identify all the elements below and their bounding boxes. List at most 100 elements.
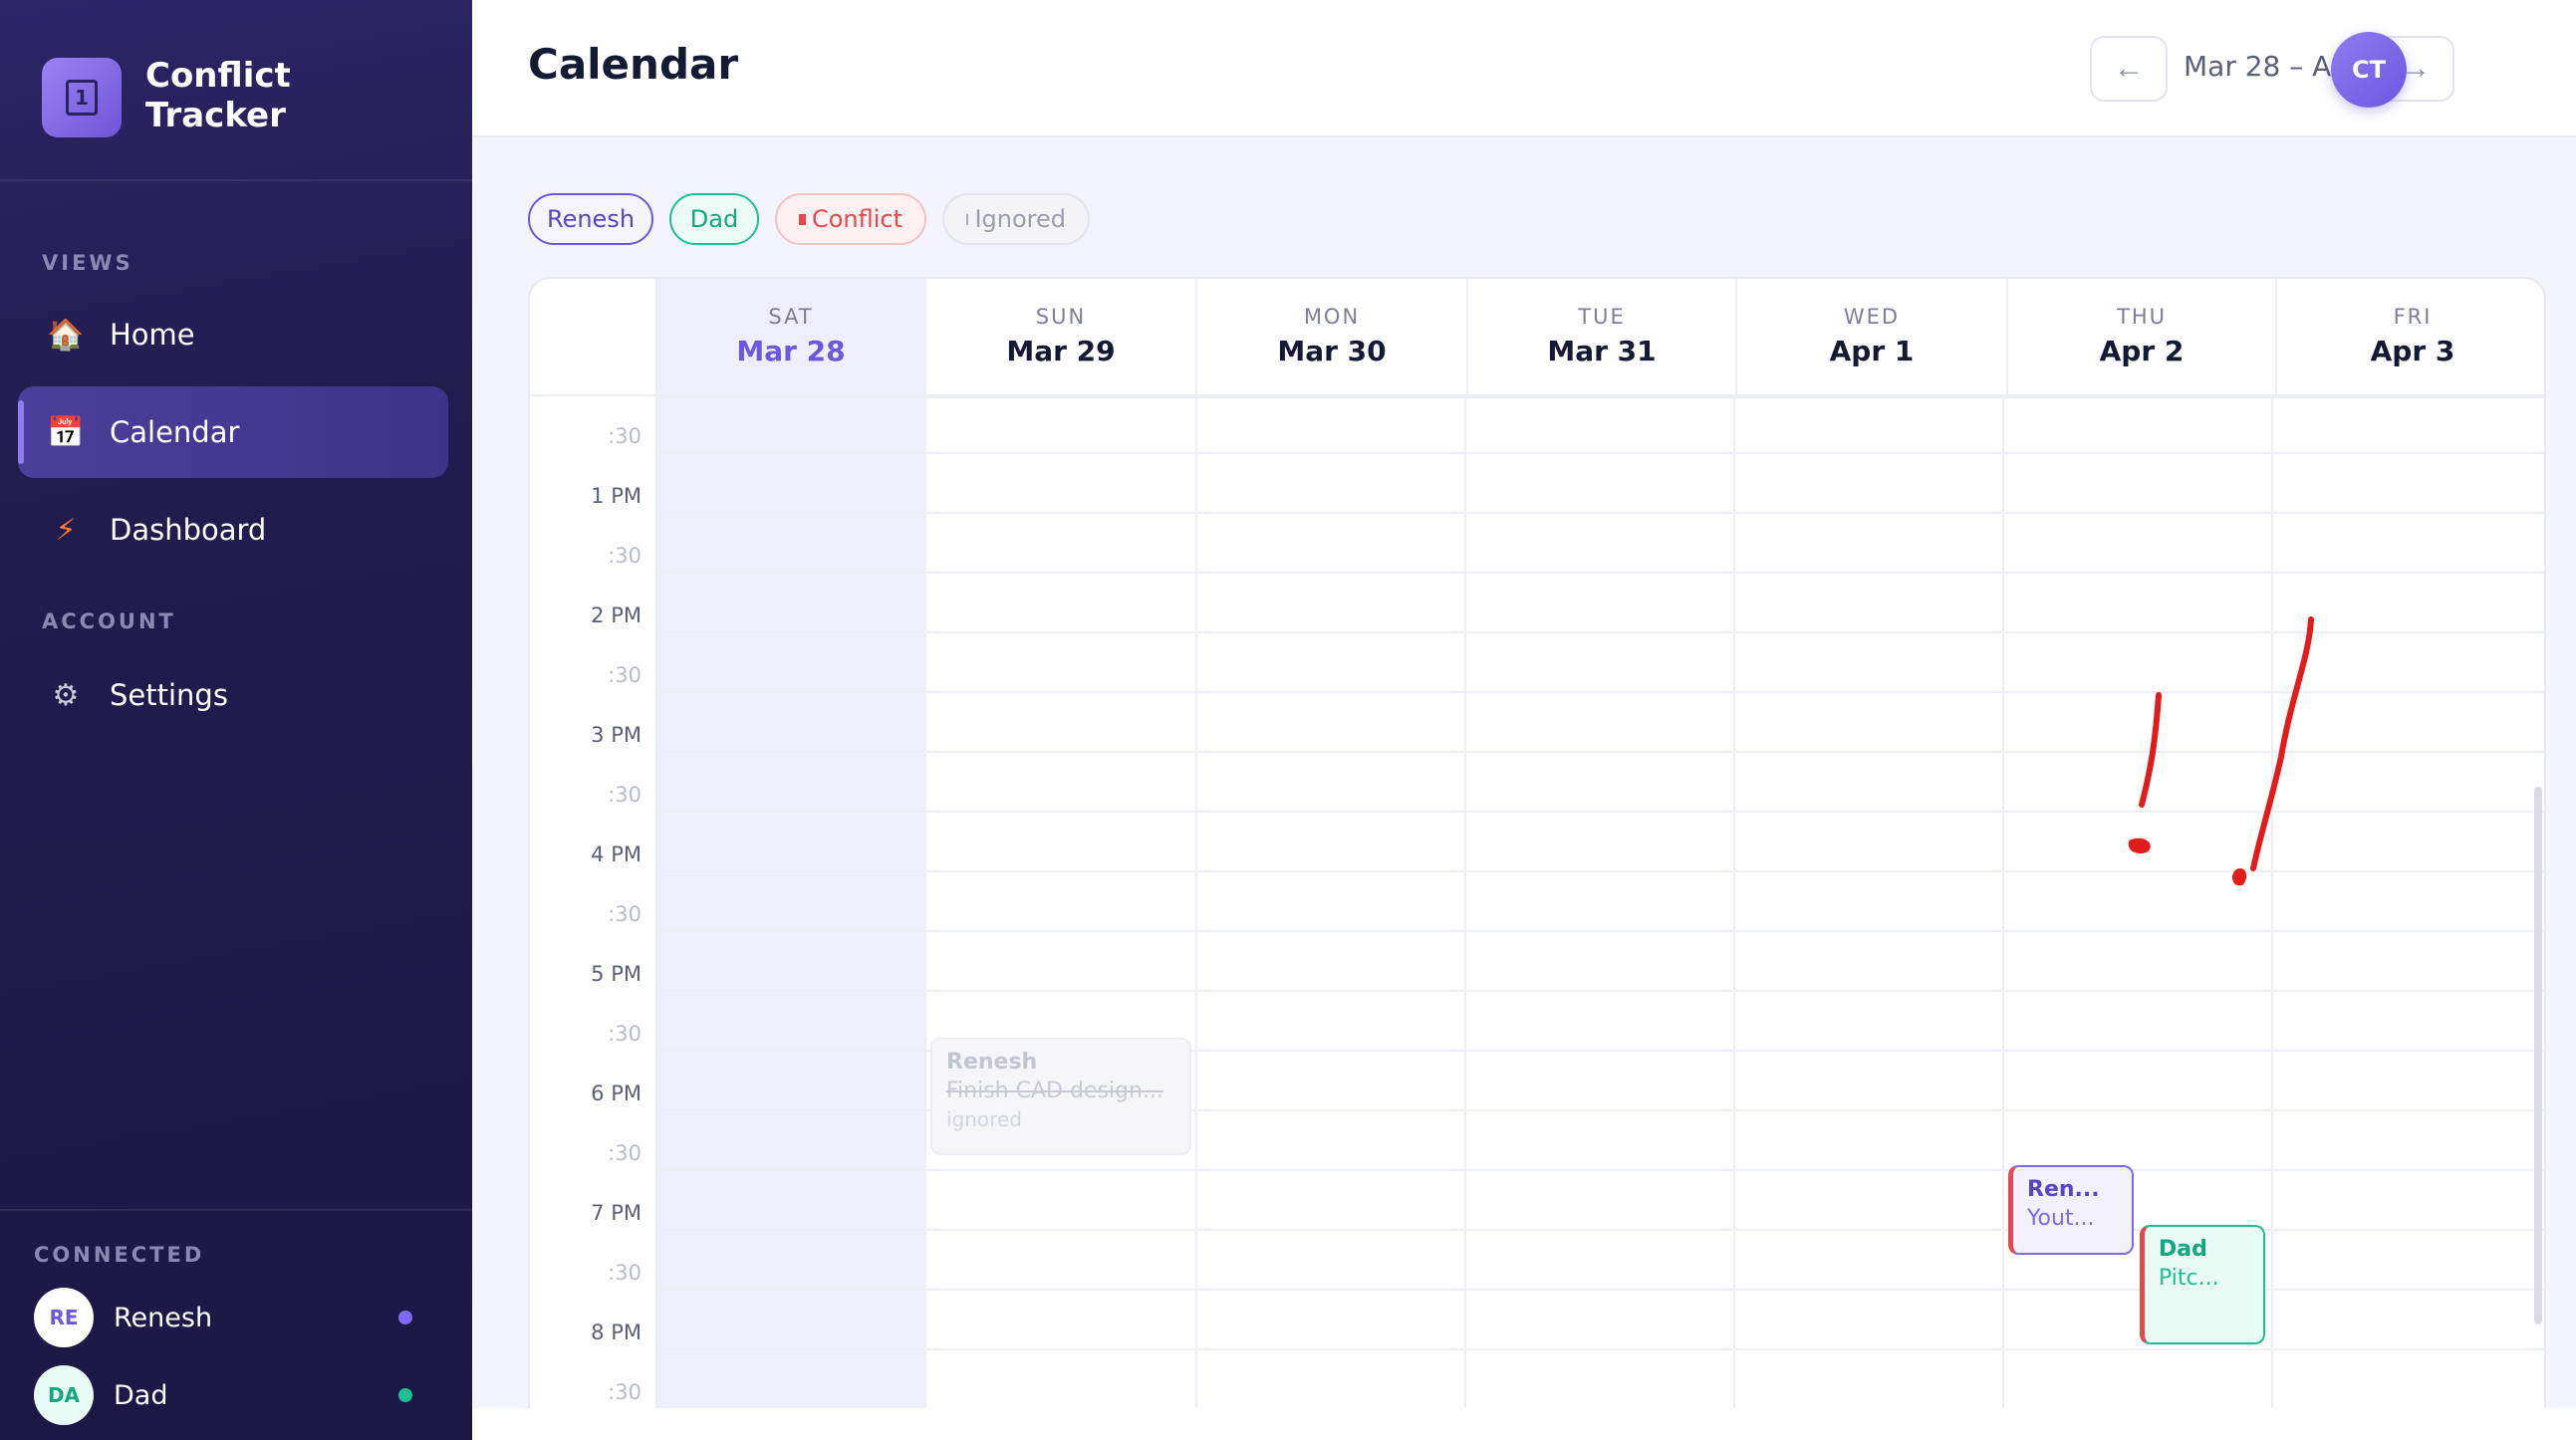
grid-line (657, 1348, 2544, 1350)
conflict-square-icon (799, 213, 806, 225)
grid-line (657, 631, 2544, 633)
connected-user-name: Renesh (114, 1302, 213, 1333)
status-dot (398, 1311, 412, 1324)
event-owner: Renesh (946, 1050, 1038, 1075)
day-header-mon: MON Mar 30 (1197, 279, 1468, 396)
grid-line (657, 870, 2544, 872)
sidebar-item-calendar[interactable]: 📅 Calendar (18, 386, 448, 478)
time-label: :30 (608, 1261, 642, 1285)
page-title: Calendar (528, 40, 739, 89)
lightning-icon: ⚡ (55, 512, 77, 548)
sidebar-item-label: Home (110, 318, 195, 352)
day-of-week: TUE (1578, 305, 1626, 329)
grid-line (657, 811, 2544, 813)
time-label: :30 (608, 1022, 642, 1046)
day-date: Mar 31 (1547, 335, 1657, 367)
day-of-week: MON (1303, 305, 1361, 329)
time-label: 2 PM (591, 603, 642, 627)
app-logo: 1 (42, 58, 122, 137)
time-label: :30 (608, 902, 642, 926)
time-label: :30 (608, 1141, 642, 1165)
grid-line (657, 396, 2544, 398)
event-conflict-renesh[interactable]: Ren... Yout... (2008, 1165, 2134, 1255)
grid-line (657, 930, 2544, 932)
day-column-sat[interactable] (657, 396, 926, 1438)
sidebar-item-home[interactable]: 🏠 Home (18, 289, 448, 380)
day-date: Apr 1 (1829, 335, 1915, 367)
sidebar-item-label: Calendar (110, 415, 240, 449)
day-of-week: THU (2117, 305, 2167, 329)
user-avatar[interactable]: CT (2331, 32, 2407, 108)
day-date: Apr 2 (2099, 335, 2185, 367)
home-icon: 🏠 (47, 317, 85, 353)
time-label: :30 (608, 544, 642, 568)
day-header-sat: SAT Mar 28 (657, 279, 926, 396)
day-column-mon[interactable] (1197, 396, 1466, 1438)
connected-user-renesh[interactable]: RE Renesh (34, 1287, 452, 1348)
day-column-fri[interactable] (2273, 396, 2544, 1438)
top-bar: Calendar ← Mar 28 – Apr 3 → CT (472, 0, 2576, 137)
filter-chip-label: Dad (689, 205, 739, 233)
day-date: Mar 28 (736, 335, 846, 367)
arrow-left-icon: ← (2114, 52, 2144, 85)
time-label: :30 (608, 663, 642, 687)
filter-chip-dad[interactable]: Dad (669, 193, 759, 245)
day-column-sun[interactable] (926, 396, 1197, 1438)
connected-user-dad[interactable]: DA Dad (34, 1364, 452, 1426)
day-header-sun: SUN Mar 29 (926, 279, 1197, 396)
grid-line (657, 1169, 2544, 1171)
grid-line (657, 751, 2544, 753)
filter-chip-ignored[interactable]: Ignored (942, 193, 1090, 245)
time-label: 8 PM (591, 1320, 642, 1344)
filter-chip-label: Renesh (546, 205, 636, 233)
grid-line (657, 572, 2544, 574)
time-label: 6 PM (591, 1081, 642, 1105)
time-label: 5 PM (591, 962, 642, 986)
calendar-icon: 📅 (47, 414, 85, 450)
avatar: RE (34, 1288, 94, 1347)
prev-week-button[interactable]: ← (2090, 36, 2168, 102)
grid-line (657, 452, 2544, 454)
event-owner: Dad (2159, 1237, 2207, 1262)
time-label: :30 (608, 424, 642, 448)
time-label: :30 (608, 1380, 642, 1404)
day-date: Mar 29 (1006, 335, 1116, 367)
event-conflict-dad[interactable]: Dad Pitc... (2140, 1225, 2265, 1344)
status-dot (398, 1388, 412, 1402)
day-column-wed[interactable] (1735, 396, 2004, 1438)
account-section-label: ACCOUNT (42, 609, 176, 633)
filter-chip-label: Ignored (974, 205, 1066, 233)
day-header-tue: TUE Mar 31 (1468, 279, 1737, 396)
day-date: Apr 3 (2370, 335, 2455, 367)
event-owner: Ren... (2027, 1177, 2100, 1202)
time-label: 4 PM (591, 842, 642, 866)
filter-chip-conflict[interactable]: Conflict (775, 193, 926, 245)
connected-section-label: CONNECTED (34, 1243, 205, 1267)
day-of-week: WED (1843, 305, 1901, 329)
day-header-thu: THU Apr 2 (2008, 279, 2277, 396)
day-header-fri: FRI Apr 3 (2277, 279, 2544, 396)
avatar: DA (34, 1365, 94, 1425)
sidebar-item-label: Settings (110, 678, 228, 712)
grid-line (657, 990, 2544, 992)
day-of-week: SUN (1035, 305, 1087, 329)
event-ignored-renesh[interactable]: Renesh Finish CAD design... ignored (930, 1038, 1191, 1155)
time-gutter-header (530, 279, 657, 396)
grid-line (657, 691, 2544, 693)
filter-chip-renesh[interactable]: Renesh (528, 193, 653, 245)
time-label: :30 (608, 783, 642, 807)
views-section-label: VIEWS (42, 251, 133, 275)
day-column-tue[interactable] (1466, 396, 1735, 1438)
ignored-square-icon (966, 213, 969, 225)
time-label: 7 PM (591, 1201, 642, 1225)
app-name: Conflict Tracker (145, 56, 291, 135)
event-status: ignored (946, 1107, 1022, 1131)
calendar-scrollbar[interactable] (2534, 787, 2542, 1324)
connected-user-name: Dad (114, 1379, 168, 1411)
time-grid: :30 1 PM:30 2 PM:30 3 PM:30 4 PM:30 5 PM:30 6 … (530, 396, 2544, 1438)
sidebar-item-dashboard[interactable]: ⚡ Dashboard (18, 484, 448, 576)
sidebar-item-settings[interactable]: ⚙ Settings (18, 649, 448, 741)
day-header-wed: WED Apr 1 (1737, 279, 2008, 396)
calendar-logo-icon: 1 (66, 80, 98, 116)
filter-chip-label: Conflict (811, 205, 902, 233)
